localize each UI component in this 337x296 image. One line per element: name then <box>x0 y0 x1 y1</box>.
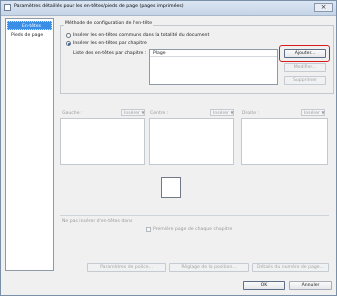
method-group-title: Méthode de configuration de l'en-tête <box>64 21 154 26</box>
sidebar-item-label: Pieds de page <box>11 33 44 38</box>
page-preview <box>161 177 181 198</box>
left-insert-button[interactable]: Insérer ▼ <box>121 109 145 116</box>
left-header-box[interactable] <box>60 118 145 165</box>
insert-label: Insérer <box>213 111 229 116</box>
chapter-header-list[interactable]: Plage <box>149 49 278 85</box>
close-button[interactable]: × <box>314 3 333 12</box>
right-insert-button[interactable]: Insérer ▼ <box>301 109 325 116</box>
first-page-label: Première page de chaque chapitre <box>153 227 233 232</box>
close-icon: × <box>320 3 327 11</box>
center-label: Centre : <box>150 111 169 116</box>
right-header-box[interactable] <box>241 118 328 165</box>
separator <box>60 215 329 216</box>
highlight-marker <box>279 45 330 62</box>
ok-button[interactable]: OK <box>243 281 285 290</box>
sidebar-item-footers[interactable]: Pieds de page <box>7 31 52 40</box>
font-settings-button[interactable]: Paramètres de police... <box>87 263 166 272</box>
exclusion-label: Ne pas insérer d'en-têtes dans <box>62 219 133 224</box>
position-settings-button[interactable]: Réglage de la position... <box>169 263 249 272</box>
dialog-window: Paramètres détaillés pour les en-têtes/p… <box>0 0 337 296</box>
modify-button[interactable]: Modifier... <box>284 63 326 72</box>
chevron-down-icon: ▼ <box>141 110 145 115</box>
app-icon <box>4 4 11 11</box>
sidebar-item-headers[interactable]: En-têtes <box>7 21 52 30</box>
sidebar-item-label: En-têtes <box>21 24 42 29</box>
common-headers-label: Insérer les en-têtes communs dans la tot… <box>73 33 210 38</box>
insert-label: Insérer <box>304 111 320 116</box>
category-list: En-têtes Pieds de page <box>5 18 54 271</box>
delete-button[interactable]: Supprimer <box>284 76 326 85</box>
chevron-down-icon: ▼ <box>321 110 325 115</box>
title-bar[interactable]: Paramètres détaillés pour les en-têtes/p… <box>1 1 336 16</box>
common-headers-radio[interactable] <box>66 33 71 38</box>
chapter-list-label: Liste des en-têtes par chapitre : <box>73 51 147 56</box>
page-number-button[interactable]: Détails du numéro de page... <box>252 263 329 272</box>
window-title: Paramètres détaillés pour les en-têtes/p… <box>14 4 184 9</box>
chapter-headers-radio[interactable] <box>66 41 71 46</box>
left-label: Gauche : <box>62 111 83 116</box>
chevron-down-icon: ▼ <box>230 110 234 115</box>
first-page-checkbox[interactable] <box>146 227 151 232</box>
chapter-headers-label: Insérer les en-têtes par chapitre <box>73 41 147 46</box>
right-label: Droite : <box>242 111 260 116</box>
cancel-button[interactable]: Annuler <box>289 281 332 290</box>
insert-label: Insérer <box>124 111 140 116</box>
center-insert-button[interactable]: Insérer ▼ <box>210 109 234 116</box>
center-header-box[interactable] <box>149 118 234 165</box>
list-column-header-range[interactable]: Plage <box>150 50 277 57</box>
